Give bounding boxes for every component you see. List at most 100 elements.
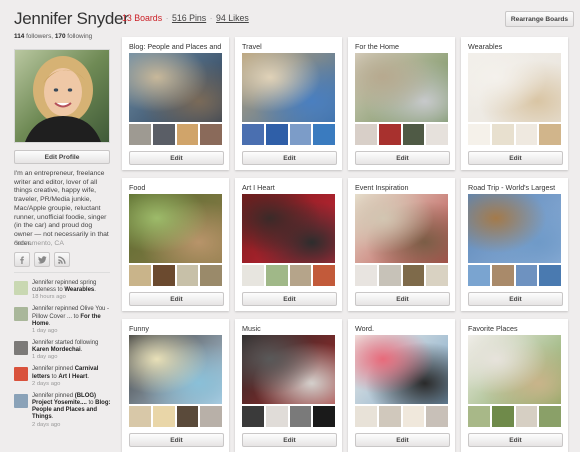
board-thumbnail[interactable] (491, 124, 514, 145)
edit-board-button[interactable]: Edit (468, 292, 563, 306)
board-card[interactable]: Wearables Edit (461, 37, 568, 170)
board-thumbnail[interactable] (200, 406, 222, 427)
edit-board-button[interactable]: Edit (242, 151, 337, 165)
board-thumbnail[interactable] (468, 124, 490, 145)
board-card[interactable]: Music Edit (235, 319, 342, 452)
edit-board-button[interactable]: Edit (242, 433, 337, 447)
board-thumbnail[interactable] (289, 124, 312, 145)
likes-count-link[interactable]: 94 Likes (216, 13, 249, 23)
board-cover-image[interactable] (129, 53, 222, 122)
edit-board-button[interactable]: Edit (129, 292, 224, 306)
board-thumbnail[interactable] (426, 265, 448, 286)
board-card[interactable]: For the Home Edit (348, 37, 455, 170)
board-title[interactable]: Road Trip - World's Largest (468, 183, 564, 192)
board-thumbnail[interactable] (426, 406, 448, 427)
board-thumbnail[interactable] (265, 265, 288, 286)
board-thumbnail[interactable] (265, 124, 288, 145)
edit-board-button[interactable]: Edit (129, 151, 224, 165)
board-thumbnail[interactable] (176, 406, 199, 427)
board-thumbnail[interactable] (265, 406, 288, 427)
board-thumbnail[interactable] (378, 265, 401, 286)
board-card[interactable]: Travel Edit (235, 37, 342, 170)
edit-board-button[interactable]: Edit (468, 151, 563, 165)
board-cover-image[interactable] (242, 335, 335, 404)
twitter-icon[interactable] (34, 252, 50, 267)
activity-thumbnail[interactable] (14, 367, 28, 382)
board-title[interactable]: Favorite Places (468, 324, 564, 333)
board-thumbnail[interactable] (289, 265, 312, 286)
board-title[interactable]: Art I Heart (242, 183, 338, 192)
board-thumbnail[interactable] (242, 406, 264, 427)
followers-count[interactable]: 114 (14, 33, 24, 40)
board-cover-image[interactable] (355, 53, 448, 122)
board-cover-image[interactable] (468, 53, 561, 122)
board-thumbnail[interactable] (539, 406, 561, 427)
board-title[interactable]: Wearables (468, 42, 564, 51)
facebook-icon[interactable] (14, 252, 30, 267)
board-thumbnail[interactable] (402, 124, 425, 145)
board-thumbnail[interactable] (313, 406, 335, 427)
board-thumbnail[interactable] (242, 265, 264, 286)
activity-link[interactable]: Karen Mordechai (32, 347, 81, 353)
board-thumbnail[interactable] (355, 265, 377, 286)
board-title[interactable]: Music (242, 324, 338, 333)
board-cover-image[interactable] (242, 194, 335, 263)
board-thumbnail[interactable] (313, 124, 335, 145)
boards-count-link[interactable]: 13 Boards (122, 13, 162, 23)
board-card[interactable]: Word. Edit (348, 319, 455, 452)
board-cover-image[interactable] (355, 194, 448, 263)
board-thumbnail[interactable] (129, 406, 151, 427)
board-thumbnail[interactable] (515, 406, 538, 427)
activity-thumbnail[interactable] (14, 341, 28, 356)
board-thumbnail[interactable] (152, 124, 175, 145)
board-cover-image[interactable] (355, 335, 448, 404)
rearrange-boards-button[interactable]: Rearrange Boards (505, 11, 574, 27)
activity-item[interactable]: Jennifer pinned (BLOG) Project Yosemite.… (14, 393, 114, 429)
edit-board-button[interactable]: Edit (355, 151, 450, 165)
edit-board-button[interactable]: Edit (242, 292, 337, 306)
activity-link[interactable]: Wearables (64, 287, 94, 293)
board-thumbnail[interactable] (152, 406, 175, 427)
board-thumbnail[interactable] (200, 265, 222, 286)
board-title[interactable]: Word. (355, 324, 451, 333)
rss-icon[interactable] (54, 252, 70, 267)
edit-profile-button[interactable]: Edit Profile (14, 150, 110, 164)
board-title[interactable]: Funny (129, 324, 225, 333)
board-thumbnail[interactable] (539, 124, 561, 145)
board-title[interactable]: Food (129, 183, 225, 192)
activity-item[interactable]: Jennifer pinned Carnival letters to Art … (14, 366, 114, 387)
board-cover-image[interactable] (129, 194, 222, 263)
board-card[interactable]: Favorite Places Edit (461, 319, 568, 452)
board-title[interactable]: Travel (242, 42, 338, 51)
board-thumbnail[interactable] (402, 265, 425, 286)
board-thumbnail[interactable] (129, 265, 151, 286)
edit-board-button[interactable]: Edit (129, 433, 224, 447)
board-thumbnail[interactable] (176, 124, 199, 145)
board-thumbnail[interactable] (242, 124, 264, 145)
activity-item[interactable]: Jennifer started following Karen Mordech… (14, 340, 114, 361)
board-thumbnail[interactable] (152, 265, 175, 286)
activity-link[interactable]: Art I Heart (58, 374, 87, 380)
board-thumbnail[interactable] (200, 124, 222, 145)
following-count[interactable]: 170 (55, 33, 66, 40)
activity-thumbnail[interactable] (14, 307, 28, 322)
board-thumbnail[interactable] (468, 265, 490, 286)
edit-board-button[interactable]: Edit (468, 433, 563, 447)
board-card[interactable]: Blog: People and Places and Edit (122, 37, 229, 170)
board-thumbnail[interactable] (491, 406, 514, 427)
follow-counts[interactable]: 114 followers, 170 following (14, 33, 92, 40)
board-thumbnail[interactable] (289, 406, 312, 427)
board-thumbnail[interactable] (539, 265, 561, 286)
board-thumbnail[interactable] (129, 124, 151, 145)
board-cover-image[interactable] (468, 194, 561, 263)
board-thumbnail[interactable] (515, 124, 538, 145)
activity-item[interactable]: Jennifer repinned spring cuteness to Wea… (14, 280, 114, 301)
avatar[interactable] (14, 49, 110, 143)
board-thumbnail[interactable] (515, 265, 538, 286)
board-thumbnail[interactable] (176, 265, 199, 286)
board-thumbnail[interactable] (468, 406, 490, 427)
board-card[interactable]: Road Trip - World's Largest Edit (461, 178, 568, 311)
activity-thumbnail[interactable] (14, 281, 28, 295)
board-thumbnail[interactable] (355, 124, 377, 145)
board-title[interactable]: For the Home (355, 42, 451, 51)
